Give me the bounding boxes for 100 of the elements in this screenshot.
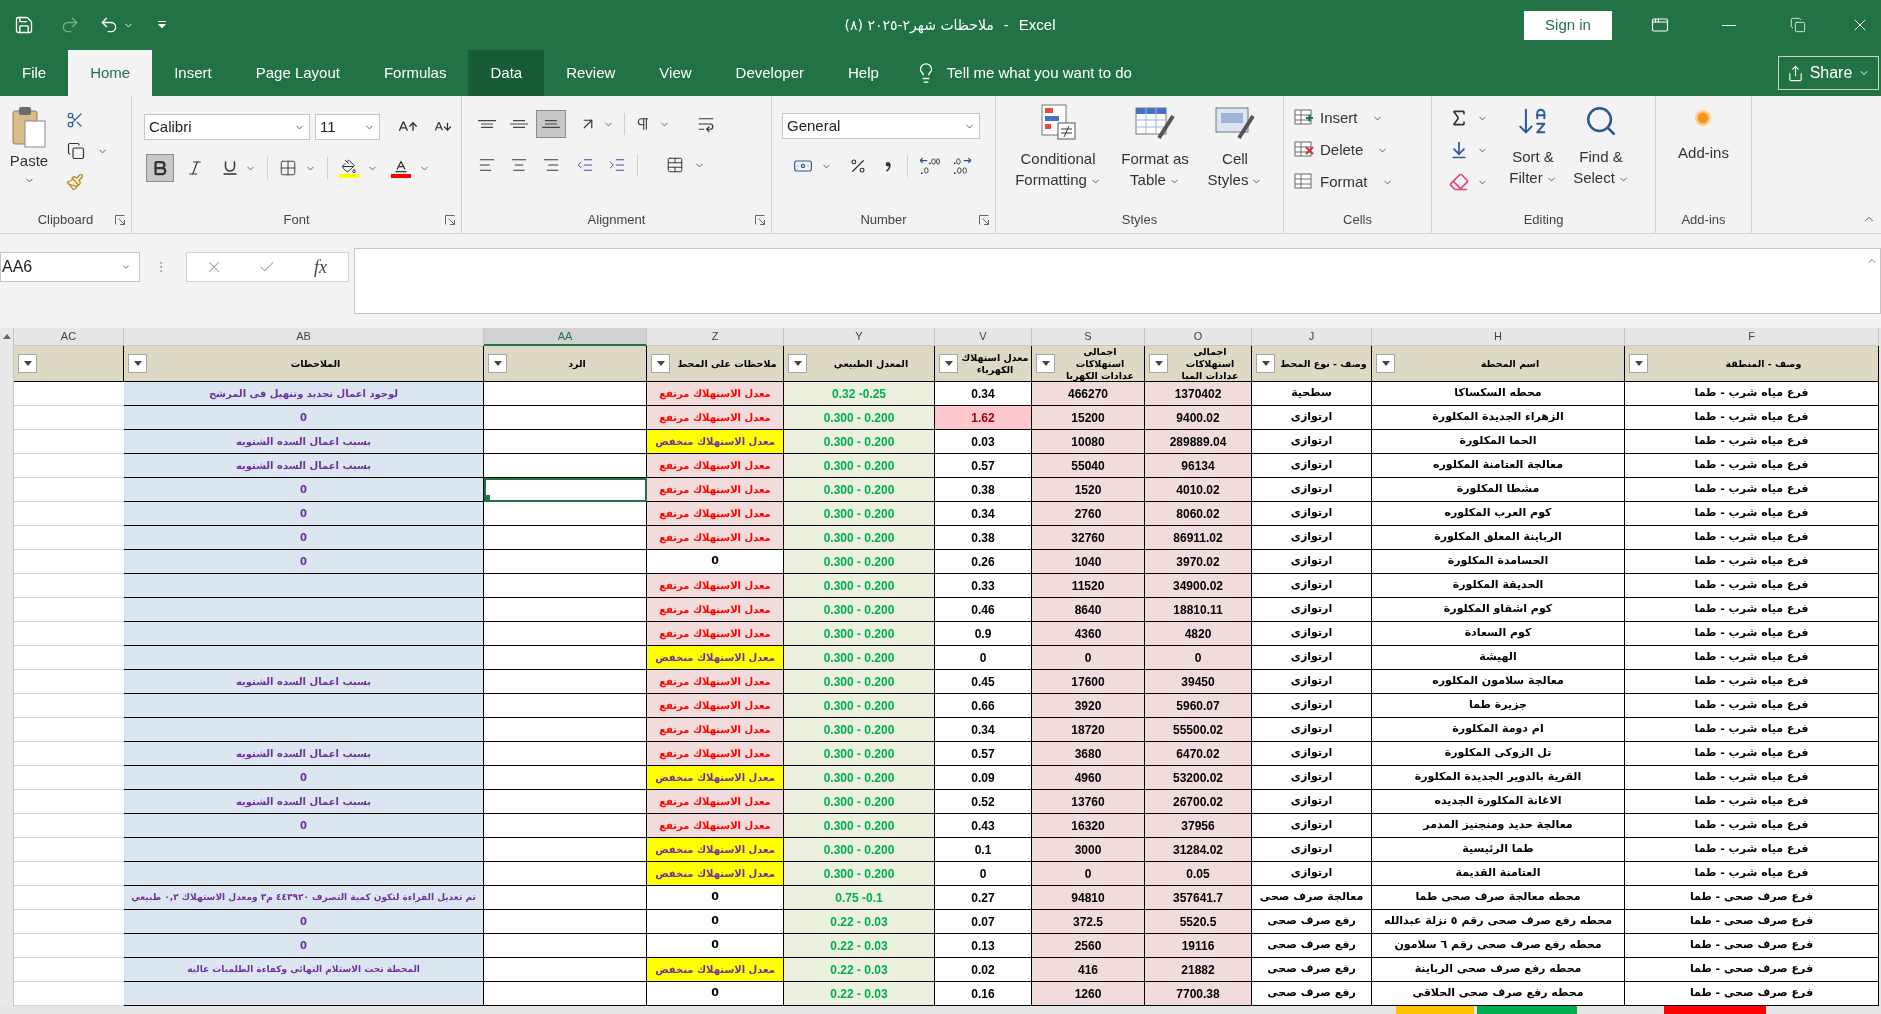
table-cell[interactable] <box>484 598 647 622</box>
filter-dropdown-button[interactable] <box>939 354 958 373</box>
filter-dropdown-button[interactable] <box>1036 354 1055 373</box>
table-cell: ارتوازى <box>1252 454 1372 478</box>
table-cell[interactable] <box>484 550 647 574</box>
formula-input-field[interactable] <box>354 248 1881 314</box>
ribbon-tab[interactable]: Developer <box>713 50 826 96</box>
ribbon-tab[interactable]: Data <box>468 50 545 96</box>
column-header[interactable]: AA <box>484 328 647 346</box>
dialog-launcher-icon[interactable] <box>979 215 989 225</box>
name-box-field[interactable]: AA6 <box>0 252 140 282</box>
table-cell[interactable] <box>484 862 647 886</box>
font-size-field[interactable]: 11 <box>315 114 380 140</box>
table-cell[interactable] <box>484 694 647 718</box>
vertical-scrollbar[interactable] <box>0 328 14 1006</box>
ribbon-tab[interactable]: View <box>637 50 714 96</box>
column-header[interactable]: S <box>1032 328 1145 346</box>
dialog-launcher-icon[interactable] <box>445 215 455 225</box>
styles-button[interactable]: Format as Table <box>1114 104 1196 190</box>
styles-button[interactable]: Cell Styles <box>1204 104 1266 190</box>
filter-dropdown-button[interactable] <box>788 354 807 373</box>
document-title: ملاحظات شهر٢-٢٠٢٥ (٨) <box>844 15 994 36</box>
table-cell[interactable] <box>484 766 647 790</box>
table-cell: 0.66 <box>935 694 1032 718</box>
ribbon-tab[interactable]: File <box>0 50 69 96</box>
font-name-field[interactable]: Calibri <box>144 114 310 140</box>
table-cell[interactable] <box>484 982 647 1006</box>
caret-icon <box>158 21 166 29</box>
filter-dropdown-button[interactable] <box>1629 354 1648 373</box>
tell-me-search-field[interactable]: Tell me what you want to do <box>946 61 1177 85</box>
table-cell[interactable] <box>484 718 647 742</box>
table-cell[interactable] <box>484 526 647 550</box>
table-cell[interactable] <box>484 502 647 526</box>
insert-function-button[interactable]: fx <box>305 254 336 280</box>
column-header[interactable]: J <box>1252 328 1372 346</box>
table-cell[interactable] <box>484 790 647 814</box>
editing-button[interactable]: Find & Select <box>1569 104 1633 188</box>
ribbon-tab[interactable]: Insert <box>152 50 234 96</box>
filter-dropdown-button[interactable] <box>128 354 147 373</box>
table-cell[interactable] <box>484 742 647 766</box>
table-cell[interactable] <box>484 406 647 430</box>
table-cell[interactable] <box>484 886 647 910</box>
filter-dropdown-button[interactable] <box>1256 354 1275 373</box>
share-button[interactable]: Share <box>1778 56 1879 90</box>
dialog-launcher-icon[interactable] <box>755 215 765 225</box>
table-cell: معدل الاستهلاك منخفض <box>647 430 784 454</box>
table-cell: فرع مياه شرب - طما <box>1625 862 1879 886</box>
column-header[interactable]: AC <box>14 328 124 346</box>
vertical-align-button[interactable] <box>536 110 566 138</box>
table-cell: 10080 <box>1032 430 1145 454</box>
filter-dropdown-button[interactable] <box>18 354 37 373</box>
table-cell[interactable] <box>484 382 647 406</box>
dialog-launcher-icon[interactable] <box>115 215 125 225</box>
filter-dropdown-button[interactable] <box>1149 354 1168 373</box>
number-format-field[interactable]: General <box>782 113 980 139</box>
column-header[interactable]: Y <box>784 328 935 346</box>
table-cell: ارتوازى <box>1252 790 1372 814</box>
column-header[interactable]: O <box>1145 328 1252 346</box>
table-cell[interactable] <box>484 646 647 670</box>
styles-button[interactable]: Conditional Formatting <box>1010 104 1106 190</box>
table-cell[interactable] <box>484 574 647 598</box>
ribbon-tab[interactable]: Page Layout <box>233 50 362 96</box>
ribbon-tab[interactable]: Home <box>68 50 153 96</box>
ribbon-tab[interactable]: Formulas <box>361 50 469 96</box>
column-header[interactable]: H <box>1372 328 1625 346</box>
table-cell[interactable] <box>484 670 647 694</box>
column-header[interactable]: V <box>935 328 1032 346</box>
column-header[interactable]: Z <box>647 328 784 346</box>
cells-button[interactable]: Insert <box>1292 104 1431 132</box>
table-cell[interactable] <box>484 958 647 982</box>
column-header[interactable]: AB <box>124 328 484 346</box>
table-cell[interactable] <box>484 430 647 454</box>
table-cell[interactable] <box>484 478 647 502</box>
table-cell: رفع صرف صحى <box>1252 910 1372 934</box>
filter-dropdown-button[interactable] <box>1376 354 1395 373</box>
ribbon-tab[interactable]: Help <box>825 50 901 96</box>
cells-button[interactable]: Delete <box>1292 136 1431 164</box>
table-cell[interactable] <box>484 910 647 934</box>
filter-dropdown-button[interactable] <box>651 354 670 373</box>
table-cell[interactable] <box>484 622 647 646</box>
table-cell[interactable] <box>484 934 647 958</box>
down-arrow-icon <box>1449 140 1469 160</box>
ribbon-tab[interactable]: Review <box>544 50 638 96</box>
paste-button[interactable]: Paste <box>4 106 54 202</box>
bold-button[interactable] <box>146 154 174 182</box>
column-header[interactable]: F <box>1625 328 1879 346</box>
add-ins-button[interactable]: Add-ins <box>1678 110 1729 165</box>
table-cell[interactable] <box>484 838 647 862</box>
table-cell[interactable] <box>484 814 647 838</box>
editing-button[interactable]: Sort & Filter <box>1503 104 1563 188</box>
fill-handle[interactable] <box>484 495 490 501</box>
cells-button[interactable]: Format <box>1292 168 1431 196</box>
sign-in-button[interactable]: Sign in <box>1524 10 1612 40</box>
table-cell: 372.5 <box>1032 910 1145 934</box>
filter-dropdown-button[interactable] <box>488 354 507 373</box>
table-cell: 21882 <box>1145 958 1252 982</box>
table-cell: فرع مياه شرب - طما <box>1625 406 1879 430</box>
caret-icon <box>133 361 142 366</box>
comma-icon <box>885 160 891 172</box>
table-cell[interactable] <box>484 454 647 478</box>
